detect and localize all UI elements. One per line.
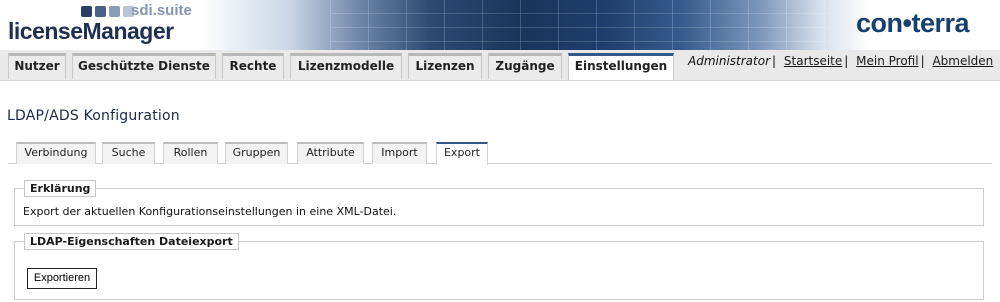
sub-tab-rollen[interactable]: Rollen [163, 142, 218, 164]
suite-name: sdi.suite [131, 2, 192, 19]
sub-tab-import[interactable]: Import [372, 142, 427, 164]
page-title: LDAP/ADS Konfiguration [7, 108, 180, 124]
sub-tab-suche[interactable]: Suche [102, 142, 155, 164]
app-title: licenseManager [8, 18, 174, 44]
link-abmelden[interactable]: Abmelden [932, 54, 993, 68]
main-tab-zugaenge[interactable]: Zugänge [488, 53, 562, 79]
brand-logo: con•terra [856, 8, 970, 38]
export-button[interactable]: Exportieren [27, 268, 97, 289]
user-navigation: Administrator | Startseite | Mein Profil | … [688, 54, 994, 68]
sub-tab-export[interactable]: Export [436, 142, 488, 165]
explanation-legend: Erklärung [24, 180, 97, 197]
main-tab-lizenzen[interactable]: Lizenzen [408, 53, 482, 79]
main-tab-geschuetzte-dienste[interactable]: Geschützte Dienste [72, 53, 216, 79]
main-tab-lizenzmodelle[interactable]: Lizenzmodelle [290, 53, 402, 79]
suite-logo-icon [81, 6, 134, 17]
export-legend: LDAP-Eigenschaften Dateiexport [24, 233, 239, 250]
user-role: Administrator [688, 54, 771, 68]
sub-tab-attribute[interactable]: Attribute [297, 142, 364, 164]
link-startseite[interactable]: Startseite [784, 54, 842, 68]
sub-tab-gruppen[interactable]: Gruppen [225, 142, 288, 164]
sub-tabs-baseline [8, 163, 992, 164]
header-banner-graphic [330, 0, 830, 50]
main-tab-rechte[interactable]: Rechte [222, 53, 284, 79]
sub-tab-verbindung[interactable]: Verbindung [16, 142, 96, 164]
link-mein-profil[interactable]: Mein Profil [856, 54, 918, 68]
explanation-text: Export der aktuellen Konfigurationseinst… [23, 205, 397, 218]
main-tab-nutzer[interactable]: Nutzer [8, 53, 66, 79]
app-header: sdi.suite licenseManager con•terra [0, 0, 1000, 50]
main-tab-einstellungen[interactable]: Einstellungen [568, 53, 674, 80]
